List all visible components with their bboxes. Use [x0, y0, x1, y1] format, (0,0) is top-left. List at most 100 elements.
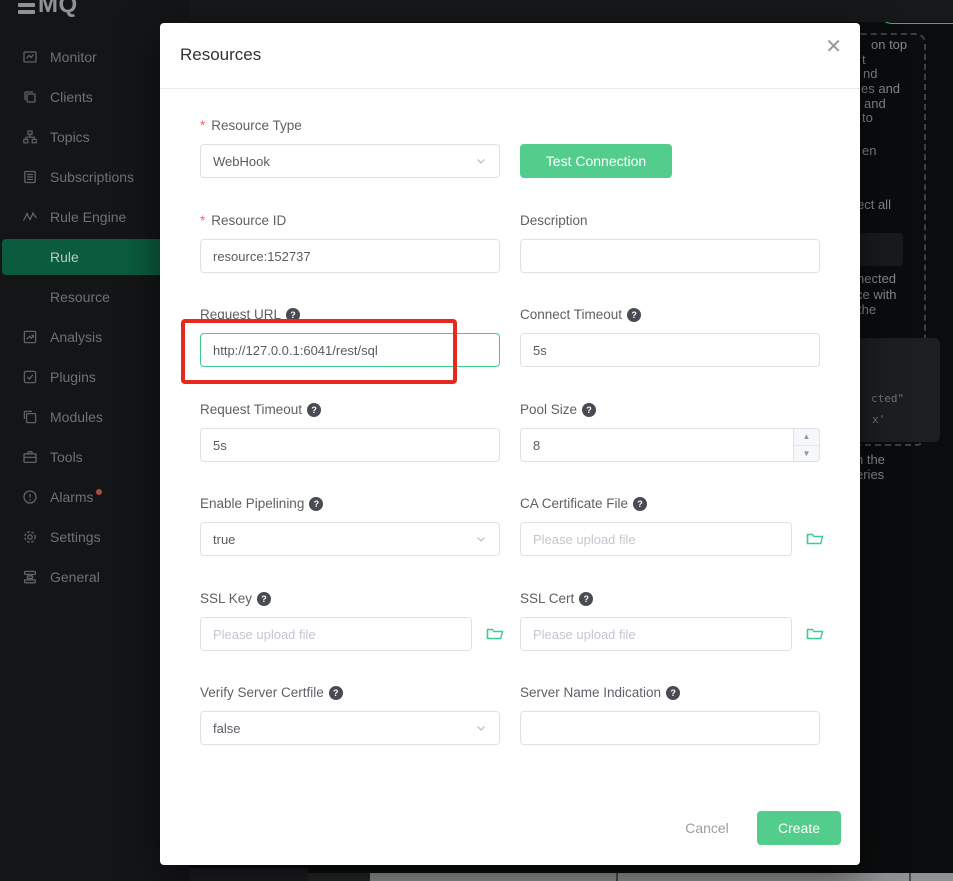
test-connection-button[interactable]: Test Connection: [520, 144, 672, 178]
topics-icon: [22, 129, 38, 145]
select-value: WebHook: [213, 154, 270, 169]
help-tooltip-icon[interactable]: ?: [309, 497, 323, 511]
pool-size-label: Pool Size ?: [520, 402, 596, 417]
ssl-cert-input[interactable]: [520, 617, 792, 651]
pool-size-field: ▲ ▼: [520, 428, 820, 462]
sidebar-item-rule[interactable]: Rule: [2, 239, 168, 275]
upload-folder-icon[interactable]: [806, 530, 824, 548]
bg-code-fragment: cted": [871, 392, 904, 405]
bg-text-fragment: n the: [856, 452, 885, 467]
upload-folder-icon[interactable]: [486, 625, 504, 643]
ssl-cert-label: SSL Cert ?: [520, 591, 593, 606]
cancel-button[interactable]: Cancel: [677, 811, 737, 845]
sidebar-item-label: Alarms: [50, 489, 94, 505]
help-tooltip-icon[interactable]: ?: [329, 686, 343, 700]
pool-size-input[interactable]: [520, 428, 820, 462]
ssl-key-label: SSL Key ?: [200, 591, 271, 606]
scrollbar-notch: [616, 873, 618, 881]
enable-pipelining-select[interactable]: true: [200, 522, 500, 556]
analysis-icon: [22, 329, 38, 345]
chevron-down-icon: [475, 533, 487, 545]
label-text: Resource ID: [211, 213, 286, 228]
enable-pipelining-label: Enable Pipelining ?: [200, 496, 323, 511]
request-timeout-label: Request Timeout ?: [200, 402, 321, 417]
sidebar-item-label: Clients: [50, 89, 93, 105]
stepper-down-icon[interactable]: ▼: [794, 445, 819, 462]
alarms-icon: [22, 489, 38, 505]
label-text: Description: [520, 213, 588, 228]
plugins-icon: [22, 369, 38, 385]
subscriptions-icon: [22, 169, 38, 185]
upload-folder-icon[interactable]: [806, 625, 824, 643]
select-value: false: [213, 721, 240, 736]
description-label: Description: [520, 213, 588, 228]
bg-text-fragment: eries: [856, 467, 884, 482]
bg-text-fragment: es and: [861, 81, 900, 96]
help-tooltip-icon[interactable]: ?: [307, 403, 321, 417]
description-input[interactable]: [520, 239, 820, 273]
bg-text-fragment: t: [862, 52, 866, 67]
sidebar-item-label: Plugins: [50, 369, 96, 385]
connect-timeout-input[interactable]: [520, 333, 820, 367]
resource-type-select[interactable]: WebHook: [200, 144, 500, 178]
bg-text-fragment: the: [858, 302, 876, 317]
help-tooltip-icon[interactable]: ?: [579, 592, 593, 606]
chevron-down-icon: [475, 722, 487, 734]
help-tooltip-icon[interactable]: ?: [286, 308, 300, 322]
logo-bar: [18, 10, 35, 14]
modules-icon: [22, 409, 38, 425]
bg-text-fragment: nd: [863, 66, 877, 81]
label-text: SSL Key: [200, 591, 252, 606]
sidebar-item-label: Subscriptions: [50, 169, 134, 185]
sidebar-item-label: Rule: [50, 249, 79, 265]
chevron-down-icon: [475, 155, 487, 167]
ca-certificate-file-label: CA Certificate File ?: [520, 496, 647, 511]
sidebar-item-label: Analysis: [50, 329, 102, 345]
sidebar-item-label: Monitor: [50, 49, 97, 65]
server-name-indication-input[interactable]: [520, 711, 820, 745]
resource-id-label: * Resource ID: [200, 213, 286, 228]
sidebar-item-label: Rule Engine: [50, 209, 126, 225]
close-icon[interactable]: ✕: [825, 37, 842, 57]
ssl-key-input[interactable]: [200, 617, 472, 651]
bg-code-fragment: x': [872, 413, 885, 426]
label-text: Enable Pipelining: [200, 496, 304, 511]
label-text: Connect Timeout: [520, 307, 622, 322]
label-text: SSL Cert: [520, 591, 574, 606]
ca-certificate-file-input[interactable]: [520, 522, 792, 556]
sidebar-item-label: Resource: [50, 289, 110, 305]
resource-type-label: * Resource Type: [200, 118, 302, 133]
horizontal-scrollbar[interactable]: [370, 873, 953, 881]
help-tooltip-icon[interactable]: ?: [257, 592, 271, 606]
required-asterisk: *: [200, 118, 205, 133]
label-text: Resource Type: [211, 118, 302, 133]
label-text: Server Name Indication: [520, 685, 661, 700]
bg-text-fragment: and: [864, 96, 886, 111]
resource-id-input[interactable]: [200, 239, 500, 273]
label-text: Request URL: [200, 307, 281, 322]
scrollbar-notch: [909, 873, 911, 881]
emqx-dashboard: ? GitHub Free Trial MQ Monitor Clients T…: [0, 0, 953, 881]
help-tooltip-icon[interactable]: ?: [633, 497, 647, 511]
help-tooltip-icon[interactable]: ?: [666, 686, 680, 700]
sidebar-item-label: Settings: [50, 529, 101, 545]
rule-engine-icon: [22, 209, 38, 225]
general-icon: [22, 569, 38, 585]
stepper-up-icon[interactable]: ▲: [794, 429, 819, 445]
create-button[interactable]: Create: [757, 811, 841, 845]
sidebar-item-label: Tools: [50, 449, 83, 465]
help-tooltip-icon[interactable]: ?: [627, 308, 641, 322]
sidebar-item-label: Topics: [50, 129, 90, 145]
request-timeout-input[interactable]: [200, 428, 500, 462]
tools-icon: [22, 449, 38, 465]
header-divider: [160, 88, 860, 89]
verify-server-certfile-select[interactable]: false: [200, 711, 500, 745]
bg-text-fragment: on top: [871, 37, 907, 52]
settings-icon: [22, 529, 38, 545]
request-url-input[interactable]: [200, 333, 500, 367]
sidebar-item-label: Modules: [50, 409, 103, 425]
bg-text-fragment: ce with: [856, 287, 896, 302]
clients-icon: [22, 89, 38, 105]
help-tooltip-icon[interactable]: ?: [582, 403, 596, 417]
request-url-label: Request URL ?: [200, 307, 300, 322]
